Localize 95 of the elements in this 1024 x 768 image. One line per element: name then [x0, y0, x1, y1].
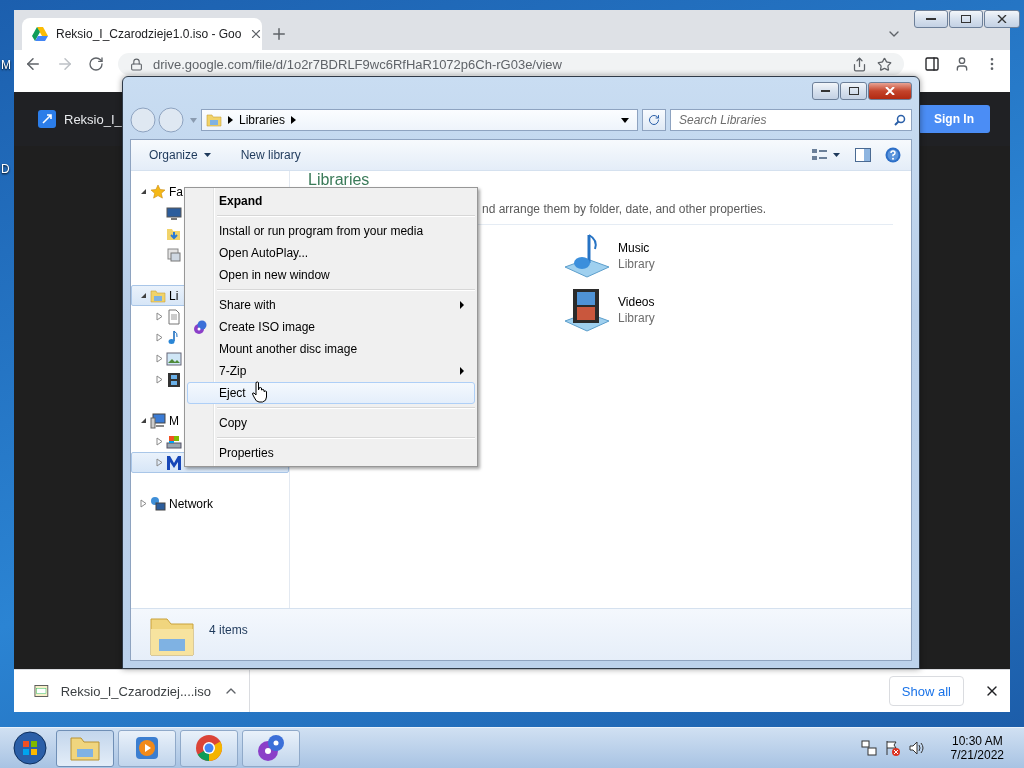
folder-icon — [70, 735, 100, 761]
menu-item[interactable]: Install or run program from your media — [187, 220, 475, 242]
library-folder-icon — [206, 112, 222, 128]
library-folder-icon — [150, 287, 166, 304]
desktop-icon-label: M — [1, 58, 11, 72]
breadcrumb-arrow-icon[interactable] — [228, 116, 233, 124]
address-bar[interactable]: drive.google.com/file/d/1o2r7BDRLF9wc6RfHaR1072p6Ch-rG03e/view — [118, 53, 904, 75]
menu-item[interactable]: Open in new window — [187, 264, 475, 286]
tree-item[interactable]: Fa — [131, 181, 186, 202]
caret-icon[interactable] — [621, 117, 629, 123]
address-field[interactable]: Libraries — [201, 109, 638, 131]
item-count: 4 items — [209, 623, 248, 637]
show-all-button[interactable]: Show all — [888, 676, 964, 706]
maximize-button[interactable] — [840, 82, 867, 100]
help-icon[interactable] — [885, 147, 901, 163]
close-button[interactable] — [984, 10, 1020, 28]
close-icon — [885, 87, 895, 95]
flag-alert-icon[interactable] — [884, 740, 901, 756]
minimize-icon — [926, 17, 936, 21]
expand-arrow-icon[interactable] — [156, 333, 163, 342]
computer-icon — [150, 412, 166, 429]
description-text: nd arrange them by folder, date, and other properties. — [482, 202, 767, 216]
browser-tab[interactable]: Reksio_I_Czarodzieje1.0.iso - Goo — [22, 18, 262, 50]
taskbar-button[interactable] — [180, 729, 238, 767]
menu-item[interactable]: Mount another disc image — [187, 338, 475, 360]
preview-pane-icon[interactable] — [855, 148, 871, 162]
breadcrumb[interactable]: Libraries — [239, 113, 286, 127]
menu-item[interactable]: Share with — [187, 294, 475, 316]
caret-icon — [203, 153, 211, 157]
minimize-button[interactable] — [812, 82, 839, 100]
toolbar-button[interactable]: New library — [240, 148, 301, 162]
search-icon[interactable] — [894, 114, 906, 126]
menu-item[interactable]: 7-Zip — [187, 360, 475, 382]
collapse-arrow-icon[interactable] — [140, 292, 147, 299]
taskbar-button[interactable] — [118, 729, 176, 767]
disc-app-icon — [192, 319, 208, 335]
maximize-button[interactable] — [949, 10, 983, 28]
file-title: Reksio_I_ — [64, 111, 122, 127]
network-icon — [150, 495, 166, 512]
music-library-icon — [562, 233, 612, 279]
volume-icon[interactable] — [908, 740, 925, 756]
monitor-icon — [166, 204, 182, 221]
expand-arrow-icon[interactable] — [156, 437, 163, 446]
refresh-icon — [648, 114, 660, 126]
video-library-icon — [562, 287, 612, 333]
menu-item[interactable]: Eject — [187, 382, 475, 404]
expand-arrow-icon[interactable] — [156, 354, 163, 363]
expand-arrow-icon[interactable] — [156, 458, 163, 467]
iso-file-icon — [34, 684, 49, 698]
disc-drive-icon — [166, 454, 182, 471]
collapse-arrow-icon[interactable] — [140, 417, 147, 424]
document-icon — [166, 308, 182, 325]
taskbar-button[interactable] — [242, 729, 300, 767]
menu-item[interactable]: Open AutoPlay... — [187, 242, 475, 264]
share-icon[interactable] — [852, 56, 867, 72]
lock-icon — [130, 57, 143, 71]
star-icon — [150, 183, 166, 200]
maximize-icon — [848, 87, 859, 95]
menu-item[interactable]: Copy — [187, 412, 475, 434]
page-heading: Libraries — [308, 171, 370, 188]
url-text: drive.google.com/file/d/1o2r7BDRLF9wc6RfHaR1072p6Ch-rG03e/view — [153, 56, 563, 72]
minimize-button[interactable] — [914, 10, 948, 28]
view-options-icon[interactable] — [811, 148, 841, 162]
tree-item[interactable]: M — [131, 410, 182, 431]
refresh-button[interactable] — [642, 109, 666, 131]
download-item[interactable]: Reksio_I_Czarodziej....iso — [14, 670, 250, 712]
menu-item[interactable]: Create ISO image — [187, 316, 475, 338]
collapse-arrow-icon[interactable] — [140, 188, 147, 195]
drive-icon — [166, 433, 182, 450]
menu-item[interactable]: Expand — [187, 190, 475, 212]
menu-button[interactable]: Organize — [149, 148, 211, 162]
recent-places-icon — [166, 246, 182, 263]
expand-arrow-icon[interactable] — [156, 312, 163, 321]
network-status-icon[interactable] — [860, 740, 877, 756]
expand-arrow-icon[interactable] — [140, 499, 147, 508]
desktop-icon-label: D — [1, 162, 10, 176]
chrome-icon — [195, 734, 223, 762]
maximize-icon — [961, 15, 971, 23]
library-item[interactable]: Videos Library — [562, 287, 893, 333]
library-item[interactable]: Music Library — [562, 233, 893, 279]
hand-cursor-icon — [252, 381, 268, 403]
breadcrumb-arrow-icon[interactable] — [291, 116, 297, 124]
search-field[interactable]: Search Libraries — [670, 109, 912, 131]
menu-item[interactable]: Properties — [187, 442, 475, 464]
bookmark-star-icon[interactable] — [877, 56, 892, 72]
media-player-icon — [133, 734, 161, 762]
film-strip-icon — [166, 371, 182, 388]
expand-arrow-icon[interactable] — [156, 375, 163, 384]
clock[interactable]: 10:30 AM 7/21/2022 — [950, 734, 1004, 762]
disc-app-icon — [256, 733, 286, 763]
tree-item[interactable]: Network — [131, 493, 216, 514]
file-logo-icon — [38, 110, 56, 128]
close-icon — [997, 15, 1007, 23]
drive-logo-icon — [32, 27, 48, 41]
picture-icon — [166, 350, 182, 367]
